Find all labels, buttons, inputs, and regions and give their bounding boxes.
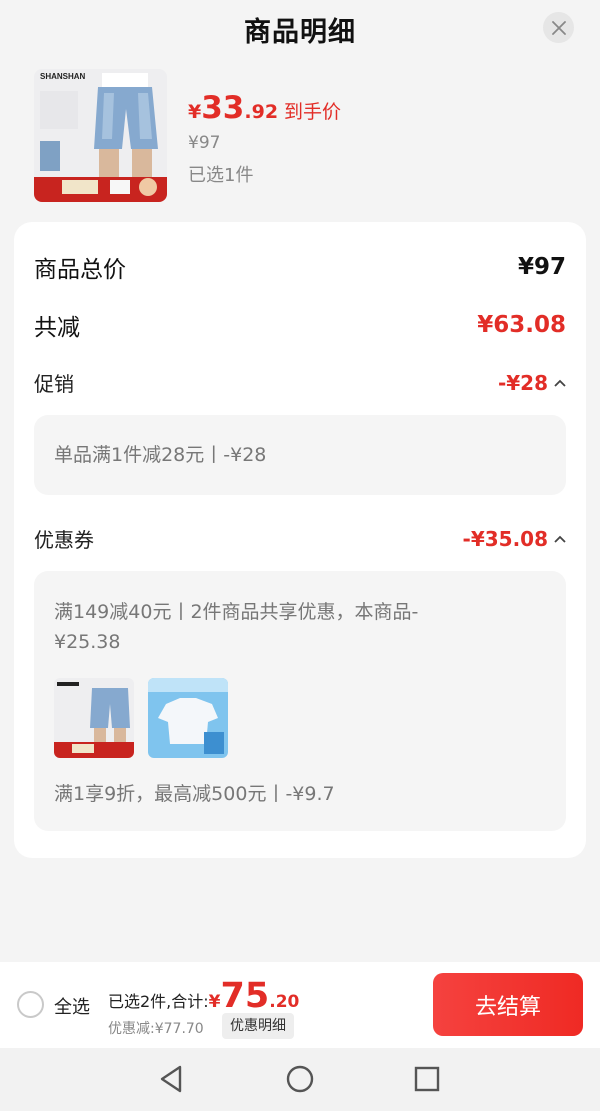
chevron-up-icon[interactable] (554, 533, 566, 545)
selected-count: 已选1件 (188, 165, 254, 186)
promo-label: 促销 (34, 372, 74, 396)
close-icon (551, 20, 566, 35)
promo-value: -¥28 (497, 370, 548, 395)
original-price: ¥97 (188, 133, 221, 153)
recent-apps-icon[interactable] (413, 1065, 441, 1093)
total-decimal: .20 (269, 992, 300, 1012)
close-button[interactable] (543, 12, 574, 43)
system-navigation-bar (0, 1048, 600, 1111)
discount-text: 优惠减:¥77.70 (108, 1021, 204, 1037)
promo-detail: 单品满1件减28元丨-¥28 (54, 444, 267, 466)
price-breakdown-card: 商品总价 ¥97 共减 ¥63.08 促销 -¥28 单品满1件减28元丨-¥2… (14, 222, 586, 858)
total-currency: ¥ (208, 992, 221, 1012)
product-image: SHANSHAN (34, 69, 167, 202)
selected-total-label: 已选2件,合计: (108, 992, 209, 1011)
select-all-checkbox[interactable] (17, 991, 44, 1018)
price-currency: ¥ (188, 101, 202, 123)
coupon-detail-1: 满149减40元丨2件商品共享优惠，本商品-¥25.38 (54, 601, 419, 653)
total-row: 商品总价 ¥97 (34, 250, 566, 284)
coupon-item-jeans-thumbnail (54, 678, 134, 758)
reduce-label: 共减 (34, 315, 80, 341)
price-tag: 到手价 (284, 101, 342, 123)
coupon-value-wrap: -¥35.08 (463, 527, 566, 551)
price-decimal: .92 (244, 101, 279, 123)
total-label: 商品总价 (34, 257, 126, 283)
coupon-row[interactable]: 优惠券 -¥35.08 (34, 524, 566, 553)
promo-row[interactable]: 促销 -¥28 (34, 368, 566, 397)
page-title: 商品明细 (244, 17, 356, 48)
chevron-up-icon[interactable] (554, 377, 566, 389)
total-value: ¥97 (517, 254, 566, 280)
coupon-label: 优惠券 (34, 528, 94, 552)
checkout-button[interactable]: 去结算 (433, 973, 583, 1036)
total-line: 已选2件,合计:¥75.20 (108, 976, 299, 1016)
coupon-detail-2: 满1享9折，最高减500元丨-¥9.7 (54, 783, 335, 805)
reduce-row: 共减 ¥63.08 (34, 308, 566, 342)
price-integer: 33 (201, 90, 245, 126)
discount-detail-button[interactable]: 优惠明细 (222, 1013, 294, 1039)
coupon-item-tshirt-thumbnail (148, 678, 228, 758)
brand-logo: SHANSHAN (40, 72, 86, 81)
promo-value-wrap: -¥28 (498, 371, 566, 395)
reduce-value: ¥63.08 (477, 312, 566, 338)
header: 商品明细 (0, 0, 600, 56)
home-icon[interactable] (285, 1064, 315, 1094)
product-price: ¥33.92 到手价 (188, 90, 341, 126)
promo-detail-box: 单品满1件减28元丨-¥28 (34, 415, 566, 495)
total-integer: 75 (220, 976, 270, 1016)
select-all-label[interactable]: 全选 (54, 993, 90, 1019)
back-icon[interactable] (158, 1064, 186, 1094)
checkout-bar: 全选 已选2件,合计:¥75.20 优惠减:¥77.70 优惠明细 去结算 (0, 962, 600, 1048)
coupon-value: -¥35.08 (462, 526, 548, 551)
coupon-detail-box: 满149减40元丨2件商品共享优惠，本商品-¥25.38 满1享9折，最高减50… (34, 571, 566, 831)
